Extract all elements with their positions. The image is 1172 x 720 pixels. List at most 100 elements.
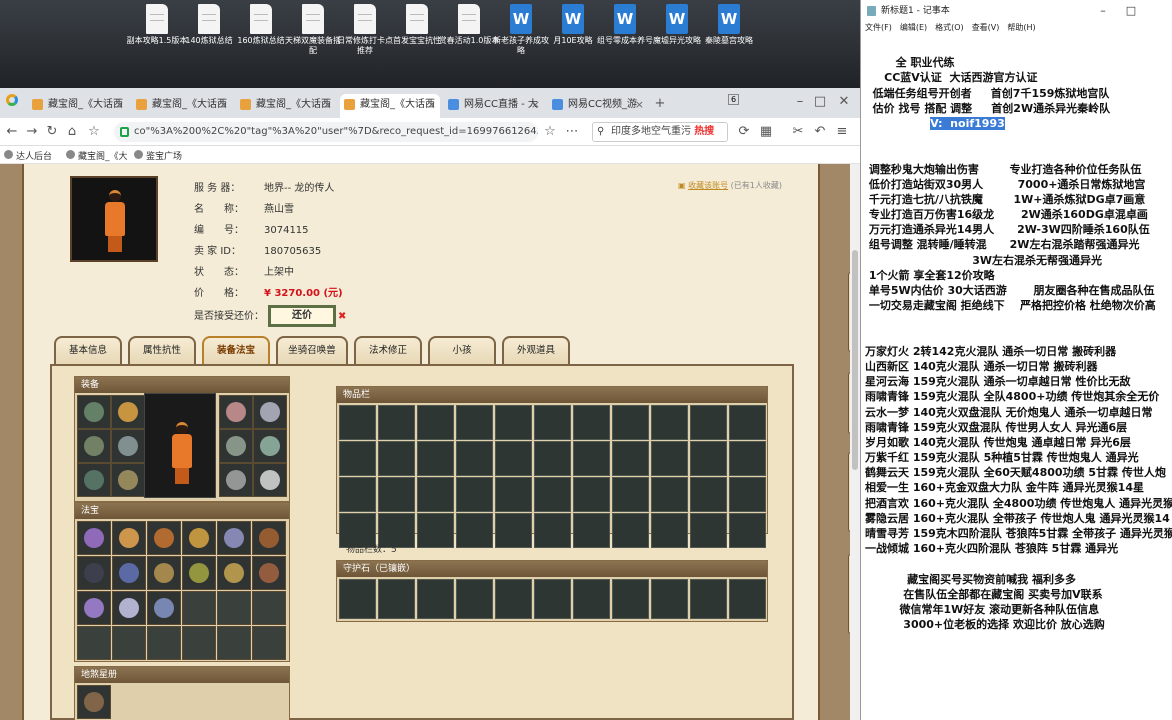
bag-cell[interactable] <box>573 513 610 548</box>
equip-slot[interactable] <box>253 463 287 497</box>
browser-tab[interactable]: 藏宝阁_《大话西 × <box>340 94 440 118</box>
notepad-minimize-icon[interactable]: – <box>1090 0 1116 22</box>
tab-close-icon[interactable]: × <box>531 94 540 116</box>
guard-cell[interactable] <box>378 579 415 619</box>
bookmark-item[interactable]: 鉴宝广场 <box>134 149 182 162</box>
address-bar[interactable]: co"%3A%200%2C%20"tag"%3A%20"user"%7D&rec… <box>114 122 538 142</box>
fabao-slot[interactable] <box>252 521 286 555</box>
fabao-slot[interactable] <box>147 591 181 625</box>
tab-close-icon[interactable]: × <box>115 94 124 116</box>
fabao-slot[interactable] <box>182 591 216 625</box>
bag-cell[interactable] <box>729 405 766 440</box>
fabao-slot[interactable] <box>77 556 111 590</box>
browser-tab[interactable]: 网易CC视频_游 × <box>548 94 648 118</box>
browser-tab[interactable]: 网易CC直播 - 大 × <box>444 94 544 118</box>
guard-cell[interactable] <box>534 579 571 619</box>
fabao-slot[interactable] <box>77 521 111 555</box>
undo-icon[interactable]: ↶ <box>810 122 830 142</box>
guard-cell[interactable] <box>495 579 532 619</box>
bookmark-star-icon[interactable]: ☆ <box>84 122 104 142</box>
star-slot[interactable] <box>77 685 111 719</box>
menu-item[interactable]: 帮助(H) <box>1007 23 1035 32</box>
bag-cell[interactable] <box>534 477 571 512</box>
bag-cell[interactable] <box>690 513 727 548</box>
equip-slot[interactable] <box>111 429 145 463</box>
bag-cell[interactable] <box>573 441 610 476</box>
equip-slot[interactable] <box>111 463 145 497</box>
fabao-slot[interactable] <box>217 556 251 590</box>
fabao-slot[interactable] <box>147 556 181 590</box>
bookmark-item[interactable]: 达人后台 <box>4 149 52 162</box>
equip-slot[interactable] <box>77 429 111 463</box>
bag-cell[interactable] <box>651 405 688 440</box>
browser-tab[interactable]: 藏宝阁_《大话西 × <box>236 94 336 118</box>
maximize-icon[interactable]: □ <box>810 92 830 112</box>
bag-cell[interactable] <box>729 441 766 476</box>
desktop-icon[interactable]: 秦陵墓宫攻略 <box>698 4 760 46</box>
fabao-slot[interactable] <box>217 521 251 555</box>
notepad-maximize-icon[interactable]: □ <box>1118 0 1144 22</box>
guard-cell[interactable] <box>339 579 376 619</box>
fabao-slot[interactable] <box>147 521 181 555</box>
scrollbar-thumb[interactable] <box>852 250 858 470</box>
bag-cell[interactable] <box>378 441 415 476</box>
bag-cell[interactable] <box>612 441 649 476</box>
bag-cell[interactable] <box>729 477 766 512</box>
menu-item[interactable]: 查看(V) <box>972 23 1000 32</box>
fabao-slot[interactable] <box>112 521 146 555</box>
bag-cell[interactable] <box>690 405 727 440</box>
tab-2[interactable]: 装备法宝 <box>202 336 270 364</box>
bag-cell[interactable] <box>417 441 454 476</box>
guard-cell[interactable] <box>573 579 610 619</box>
equip-slot[interactable] <box>77 395 111 429</box>
guard-cell[interactable] <box>456 579 493 619</box>
menu-item[interactable]: 编辑(E) <box>900 23 927 32</box>
bag-cell[interactable] <box>651 441 688 476</box>
tab-0[interactable]: 基本信息 <box>54 336 122 364</box>
tab-1[interactable]: 属性抗性 <box>128 336 196 364</box>
bag-cell[interactable] <box>339 441 376 476</box>
tab-count[interactable]: 6 <box>728 94 740 105</box>
menu-icon[interactable]: ≡ <box>832 122 852 142</box>
ext-icon[interactable]: ⋯ <box>562 122 582 142</box>
favorite-link[interactable]: 收藏该账号 <box>688 181 728 190</box>
bag-cell[interactable] <box>495 477 532 512</box>
home-icon[interactable]: ⌂ <box>62 122 82 142</box>
bag-cell[interactable] <box>612 477 649 512</box>
minimize-icon[interactable]: – <box>790 92 810 112</box>
bag-cell[interactable] <box>378 477 415 512</box>
bag-cell[interactable] <box>456 513 493 548</box>
guard-cell[interactable] <box>729 579 766 619</box>
bag-cell[interactable] <box>534 513 571 548</box>
guard-cell[interactable] <box>651 579 688 619</box>
equip-slot[interactable] <box>111 395 145 429</box>
fabao-slot[interactable] <box>147 626 181 660</box>
back-icon[interactable]: ← <box>2 122 22 142</box>
fabao-slot[interactable] <box>182 556 216 590</box>
fabao-slot[interactable] <box>112 626 146 660</box>
tab-close-icon[interactable]: × <box>219 94 228 116</box>
apps-icon[interactable]: ▦ <box>756 122 776 142</box>
bag-cell[interactable] <box>417 477 454 512</box>
menu-item[interactable]: 格式(O) <box>935 23 964 32</box>
fabao-slot[interactable] <box>182 626 216 660</box>
fabao-slot[interactable] <box>217 591 251 625</box>
bag-cell[interactable] <box>378 405 415 440</box>
fabao-slot[interactable] <box>252 556 286 590</box>
refresh-icon[interactable]: ⟳ <box>734 122 754 142</box>
bag-cell[interactable] <box>456 405 493 440</box>
equip-slot[interactable] <box>77 463 111 497</box>
bag-cell[interactable] <box>339 405 376 440</box>
reload-icon[interactable]: ↻ <box>42 122 62 142</box>
bag-cell[interactable] <box>534 405 571 440</box>
equip-slot[interactable] <box>253 395 287 429</box>
close-x-icon[interactable]: ✖ <box>338 311 346 322</box>
bag-cell[interactable] <box>729 513 766 548</box>
equip-slot[interactable] <box>219 429 253 463</box>
forward-icon[interactable]: → <box>22 122 42 142</box>
bag-cell[interactable] <box>612 513 649 548</box>
fabao-slot[interactable] <box>252 591 286 625</box>
guard-cell[interactable] <box>612 579 649 619</box>
tab-4[interactable]: 法术修正 <box>354 336 422 364</box>
guard-cell[interactable] <box>690 579 727 619</box>
